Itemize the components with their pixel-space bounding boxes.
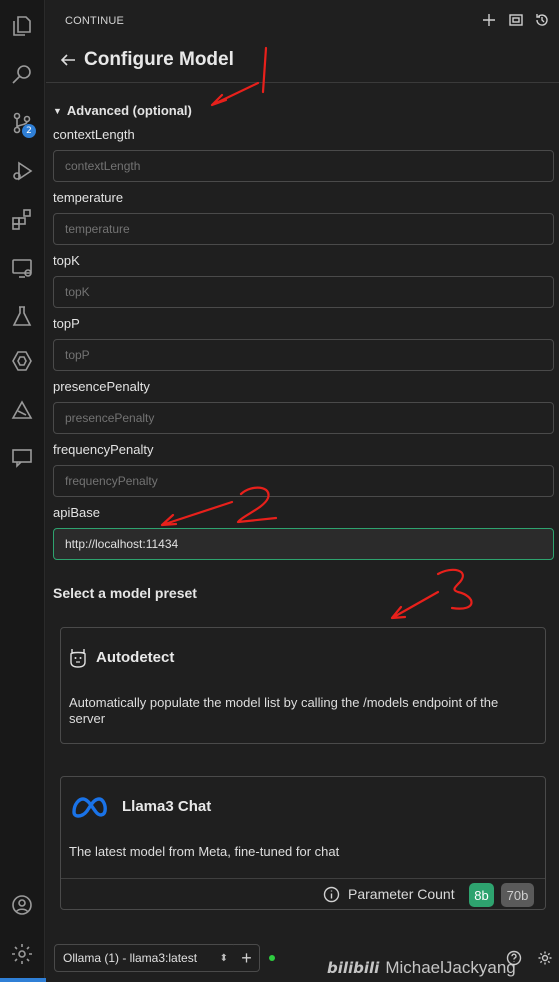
fullscreen-icon[interactable] <box>507 11 525 29</box>
triangle-down-icon: ▼ <box>53 105 62 116</box>
frequency-penalty-input[interactable] <box>53 465 554 497</box>
remote-explorer-icon[interactable] <box>6 252 38 284</box>
new-session-icon[interactable] <box>480 11 498 29</box>
topp-input[interactable] <box>53 339 554 371</box>
chevron-updown-icon: ⬍ <box>219 952 228 964</box>
extensions-icon[interactable] <box>6 203 38 235</box>
explorer-icon[interactable] <box>6 10 38 42</box>
temperature-input[interactable] <box>53 213 554 245</box>
param-option-70b[interactable]: 70b <box>501 883 534 907</box>
settings-icon[interactable] <box>6 938 38 970</box>
info-icon[interactable] <box>323 886 340 903</box>
param-option-8b[interactable]: 8b <box>469 883 494 907</box>
topk-label: topK <box>53 253 80 268</box>
continue-panel: CONTINUE Configure Model ▼ Advanced (opt… <box>46 0 559 982</box>
meta-logo <box>71 795 109 824</box>
chat-icon[interactable] <box>6 442 38 474</box>
preset-desc-autodetect: Automatically populate the model list by… <box>69 695 499 726</box>
panel-header: CONTINUE <box>46 0 559 40</box>
frequency-penalty-label: frequencyPenalty <box>53 442 154 457</box>
back-arrow-icon[interactable] <box>59 51 79 71</box>
advanced-label: Advanced (optional) <box>66 103 192 118</box>
gear-icon[interactable] <box>537 950 554 967</box>
preset-footer: Parameter Count 8b 70b <box>61 878 545 909</box>
watermark-brand: bilibili <box>327 959 380 977</box>
presence-penalty-input[interactable] <box>53 402 554 434</box>
preset-desc-llama3-chat: The latest model from Meta, fine-tuned f… <box>69 844 340 859</box>
account-icon[interactable] <box>6 889 38 921</box>
llama-icon <box>68 647 88 674</box>
context-length-input[interactable] <box>53 150 554 182</box>
watermark: bilibili MichaelJackyang <box>327 958 516 978</box>
api-base-input[interactable] <box>53 528 554 560</box>
panel-title: CONTINUE <box>65 15 125 27</box>
preset-card-llama3-chat[interactable]: Llama3 Chat The latest model from Meta, … <box>60 776 546 910</box>
activity-bar: 2 <box>0 0 136 982</box>
temperature-label: temperature <box>53 190 124 205</box>
preset-title-llama3-chat: Llama3 Chat <box>122 798 212 815</box>
model-select-value: Ollama (1) - llama3:latest <box>63 951 198 965</box>
topp-label: topP <box>53 316 80 331</box>
context-length-label: contextLength <box>53 127 135 142</box>
tools-icon[interactable] <box>6 394 38 426</box>
model-select[interactable]: Ollama (1) - llama3:latest ⬍ <box>54 944 237 972</box>
preset-title-autodetect: Autodetect <box>96 649 175 666</box>
page-title: Configure Model <box>84 49 234 70</box>
history-icon[interactable] <box>533 11 551 29</box>
continue-icon[interactable] <box>6 345 38 377</box>
status-indicator <box>269 955 275 961</box>
advanced-toggle[interactable]: ▼ Advanced (optional) <box>53 103 192 118</box>
run-debug-icon[interactable] <box>6 155 38 187</box>
watermark-author: MichaelJackyang <box>385 958 516 977</box>
source-control-badge: 2 <box>22 124 36 138</box>
topk-input[interactable] <box>53 276 554 308</box>
search-icon[interactable] <box>6 58 38 90</box>
page-header: Configure Model <box>46 40 559 83</box>
preset-card-autodetect[interactable]: Autodetect Automatically populate the mo… <box>60 627 546 744</box>
parameter-count-label: Parameter Count <box>348 886 455 902</box>
add-model-button[interactable]: + <box>234 944 260 972</box>
presence-penalty-label: presencePenalty <box>53 379 150 394</box>
api-base-label: apiBase <box>53 505 100 520</box>
testing-icon[interactable] <box>6 300 38 332</box>
preset-heading: Select a model preset <box>53 585 197 601</box>
